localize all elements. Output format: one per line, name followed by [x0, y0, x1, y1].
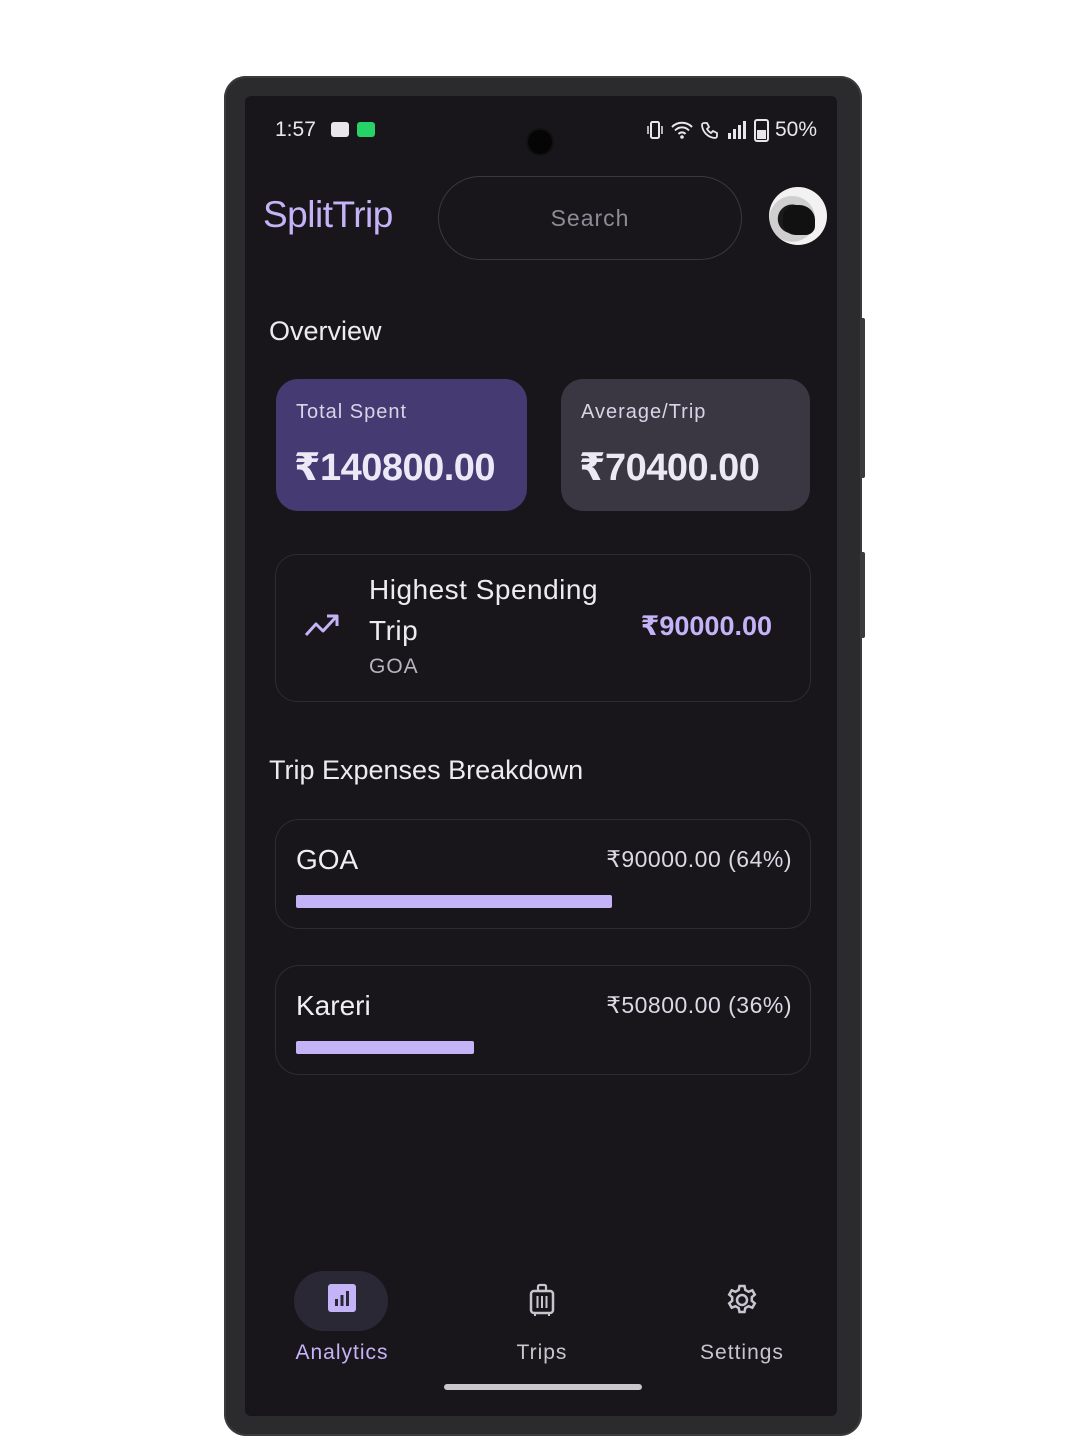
- progress-bar: [296, 1041, 790, 1054]
- status-icons: 50%: [646, 118, 817, 142]
- total-spent-label: Total Spent: [296, 401, 408, 423]
- total-spent-value: ₹140800.00: [294, 447, 496, 489]
- avatar[interactable]: [769, 187, 827, 245]
- nav-label-trips: Trips: [516, 1341, 568, 1364]
- front-camera: [528, 130, 552, 154]
- breakdown-item-value: ₹50800.00 (36%): [606, 992, 792, 1018]
- breakdown-item-goa[interactable]: GOA ₹90000.00 (64%): [275, 819, 811, 929]
- signal-icon: [727, 121, 746, 139]
- trending-up-icon: [304, 614, 339, 637]
- search-field[interactable]: Search: [438, 176, 742, 260]
- whatsapp-icon: [357, 122, 375, 137]
- app-title: SplitTrip: [263, 194, 393, 235]
- battery-icon: [753, 118, 769, 142]
- highest-spending-card: Highest Spending Trip GOA ₹90000.00: [275, 554, 811, 702]
- breakdown-item-kareri[interactable]: Kareri ₹50800.00 (36%): [275, 965, 811, 1075]
- highest-spending-trip: GOA: [369, 655, 419, 678]
- overview-title: Overview: [269, 316, 382, 346]
- analytics-icon: [328, 1284, 356, 1312]
- youtube-icon: [331, 122, 349, 137]
- breakdown-item-name: Kareri: [296, 990, 371, 1021]
- highest-spending-title: Highest Spending Trip: [369, 574, 599, 646]
- breakdown-item-name: GOA: [296, 844, 359, 875]
- average-trip-card: Average/Trip ₹70400.00: [561, 379, 810, 511]
- status-bar: 1:57 50%: [245, 116, 837, 154]
- progress-fill: [296, 1041, 474, 1054]
- nav-label-settings: Settings: [700, 1341, 784, 1364]
- nav-label-analytics: Analytics: [295, 1341, 389, 1364]
- status-time: 1:57: [275, 118, 316, 141]
- average-trip-value: ₹70400.00: [579, 447, 760, 489]
- progress-fill: [296, 895, 613, 908]
- home-indicator[interactable]: [444, 1384, 642, 1390]
- wifi-icon: [671, 121, 693, 139]
- luggage-icon: [529, 1283, 555, 1316]
- vibrate-icon: [647, 121, 663, 139]
- breakdown-title: Trip Expenses Breakdown: [269, 755, 584, 785]
- search-placeholder: Search: [550, 204, 630, 231]
- power-button: [860, 552, 865, 638]
- wifi-call-icon: [701, 122, 718, 139]
- progress-bar: [296, 895, 790, 908]
- bottom-navigation: Analytics Trips Settings: [245, 1261, 837, 1371]
- battery-level: 50%: [774, 118, 817, 141]
- app-screen: 1:57 50% SplitTrip Search Overview Total…: [245, 96, 837, 1416]
- volume-button: [860, 318, 865, 478]
- average-trip-label: Average/Trip: [581, 401, 707, 423]
- gear-icon: [727, 1284, 757, 1314]
- total-spent-card: Total Spent ₹140800.00: [276, 379, 527, 511]
- avatar-image: [783, 205, 815, 235]
- highest-spending-value: ₹90000.00: [640, 611, 772, 641]
- breakdown-item-value: ₹90000.00 (64%): [606, 846, 792, 872]
